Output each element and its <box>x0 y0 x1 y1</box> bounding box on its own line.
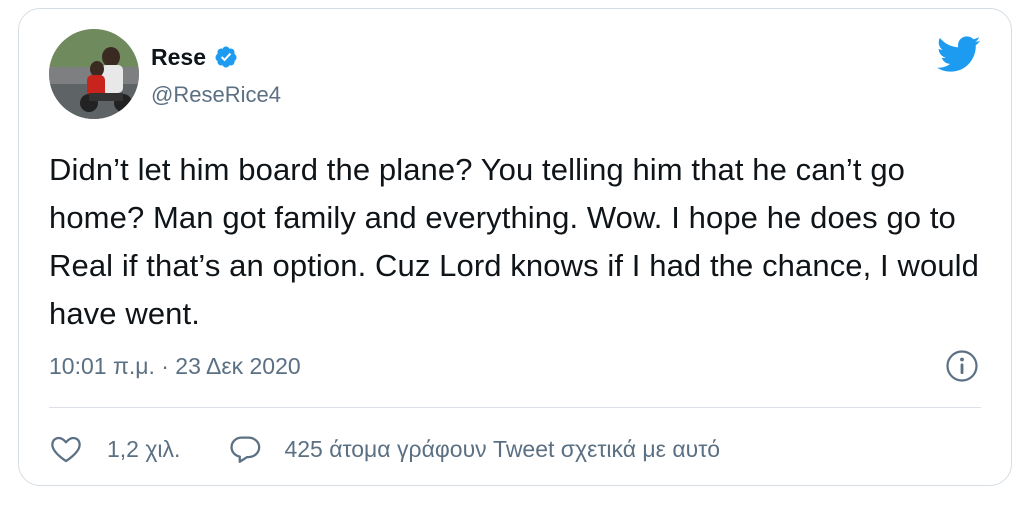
like-button[interactable]: 1,2 χιλ. <box>49 432 180 466</box>
info-icon[interactable] <box>945 349 979 383</box>
reply-count-label: 425 άτομα γράφουν Tweet σχετικά με αυτό <box>284 435 721 462</box>
tweet-text: Didn’t let him board the plane? You tell… <box>49 152 979 331</box>
tweet-actions: 1,2 χιλ. 425 άτομα γράφουν Tweet σχετικά… <box>49 429 720 469</box>
speech-bubble-icon <box>228 432 262 466</box>
divider <box>49 407 981 408</box>
tweet-timestamp[interactable]: 10:01 π.μ. · 23 Δεκ 2020 <box>49 351 301 381</box>
heart-icon <box>49 432 83 466</box>
tweet-card[interactable]: Rese @ReseRice4 Didn’t let him board the… <box>18 8 1012 486</box>
verified-badge-icon <box>214 45 238 69</box>
display-name-text[interactable]: Rese <box>151 43 206 71</box>
twitter-bird-icon[interactable] <box>935 35 981 75</box>
avatar[interactable] <box>49 29 139 119</box>
like-count: 1,2 χιλ. <box>107 435 181 462</box>
author-display-name[interactable]: Rese <box>151 43 238 71</box>
reply-button[interactable]: 425 άτομα γράφουν Tweet σχετικά με αυτό <box>228 432 720 466</box>
avatar-photo <box>49 29 139 119</box>
author-handle[interactable]: @ReseRice4 <box>151 81 281 109</box>
